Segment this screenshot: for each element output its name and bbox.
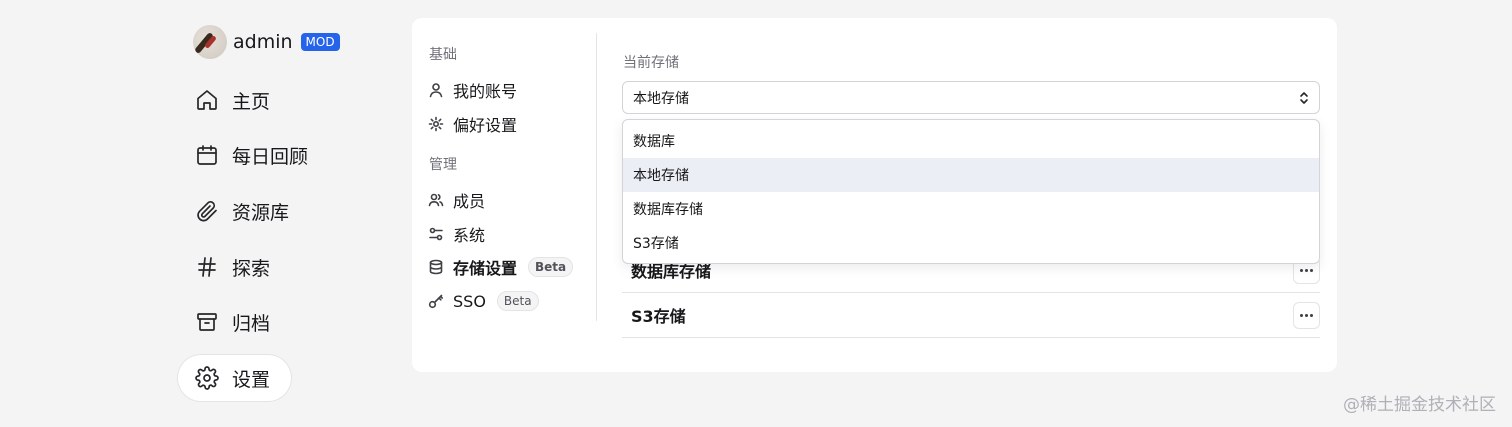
select-value: 本地存储: [633, 90, 689, 107]
dropdown-option[interactable]: S3存储: [623, 226, 1319, 260]
storage-name: S3存储: [631, 307, 686, 326]
archive-icon: [197, 313, 217, 331]
nav-label: 归档: [232, 312, 271, 335]
nav-label: 资源库: [232, 201, 290, 224]
dropdown-option[interactable]: 数据库: [623, 124, 1319, 158]
chevron-up-down-icon: [1300, 92, 1308, 104]
users-icon: [428, 193, 444, 207]
menu-label: 存储设置: [453, 259, 518, 278]
storage-dropdown: 数据库 本地存储 数据库存储 S3存储: [622, 119, 1320, 264]
nav-item-explore[interactable]: 探索: [178, 244, 291, 290]
storage-row: S3存储: [622, 293, 1320, 338]
nav-item-daily-review[interactable]: 每日回顾: [178, 132, 338, 178]
nav-item-home[interactable]: 主页: [178, 77, 291, 123]
gear-icon: [195, 366, 219, 390]
section-title-basic: 基础: [429, 47, 457, 63]
current-storage-label: 当前存储: [623, 55, 679, 71]
nav-label: 设置: [232, 368, 271, 391]
user-icon: [429, 83, 443, 98]
current-storage-select[interactable]: 本地存储: [622, 81, 1320, 114]
paperclip-icon: [197, 201, 217, 222]
menu-item-system[interactable]: 系统: [428, 221, 485, 247]
user-name: admin: [233, 31, 293, 53]
menu-label: 成员: [453, 192, 486, 211]
nav-item-archive[interactable]: 归档: [178, 299, 291, 345]
gear-icon: [428, 116, 444, 132]
nav-label: 探索: [232, 257, 271, 280]
menu-item-preferences[interactable]: 偏好设置: [428, 111, 517, 137]
database-icon: [429, 259, 443, 275]
role-badge: MOD: [300, 33, 340, 51]
menu-label: 系统: [453, 226, 486, 245]
menu-label: 我的账号: [453, 82, 518, 101]
avatar: [193, 25, 227, 59]
section-title-admin: 管理: [429, 157, 457, 173]
menu-item-storage-settings[interactable]: 存储设置 Beta: [428, 254, 574, 280]
user-profile[interactable]: admin MOD: [193, 24, 340, 60]
beta-badge: Beta: [496, 291, 539, 311]
page: admin MOD 主页 每日回顾 资源库 探索 归档 设置 基础 我的账号 偏…: [0, 0, 1512, 427]
dropdown-option[interactable]: 数据库存储: [623, 192, 1319, 226]
home-icon: [197, 90, 217, 110]
menu-item-members[interactable]: 成员: [428, 187, 485, 213]
dropdown-option-selected[interactable]: 本地存储: [623, 158, 1319, 192]
menu-item-sso[interactable]: SSO Beta: [428, 288, 539, 314]
menu-item-my-account[interactable]: 我的账号: [428, 77, 517, 103]
beta-badge: Beta: [528, 257, 574, 277]
watermark: @稀土掘金技术社区: [1343, 395, 1496, 415]
menu-label: SSO: [453, 291, 486, 311]
nav-label: 每日回顾: [232, 145, 309, 168]
key-icon: [428, 294, 443, 309]
sliders-icon: [429, 227, 443, 241]
more-options-button[interactable]: [1293, 302, 1320, 329]
menu-label: 偏好设置: [453, 116, 518, 135]
calendar-icon: [197, 145, 217, 165]
nav-item-resources[interactable]: 资源库: [178, 188, 318, 234]
nav-label: 主页: [232, 90, 271, 113]
hash-icon: [198, 257, 216, 277]
nav-item-settings[interactable]: 设置: [178, 355, 291, 401]
vertical-divider: [596, 33, 597, 321]
